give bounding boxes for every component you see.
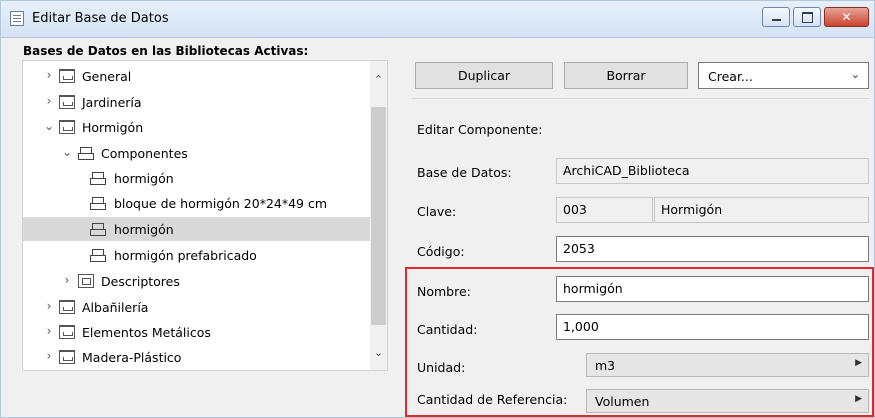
database-tree[interactable]: › Madera-Plástico › Elementos Metálicos › Alb… [22,60,388,371]
tree-header: Bases de Datos en las Bibliotecas Activa… [23,44,309,58]
minimize-button[interactable] [762,7,790,27]
component-icon [90,222,106,236]
scroll-up-icon[interactable]: ⌃ [370,73,387,86]
tree-item-label: Jardinería [82,95,142,110]
tree-item-label: Descriptores [101,274,180,289]
component-icon [90,248,106,262]
components-icon [78,146,94,160]
divider [412,98,869,99]
maximize-button[interactable] [793,7,821,27]
database-label: Base de Datos: [417,165,512,180]
database-field: ArchiCAD_Biblioteca [556,158,869,184]
tree-item-label: Albañilería [82,300,149,315]
delete-button[interactable]: Borrar [564,62,688,89]
tree-item[interactable]: › General [23,64,370,88]
expand-icon[interactable]: › [43,299,55,313]
tree-item[interactable]: ⌄ Hormigón [23,115,370,139]
tree-item[interactable]: bloque de hormigón 20*24*49 cm [23,191,370,215]
tree-item-label: Hormigón [82,120,144,135]
tree-item-label: hormigón [114,222,174,237]
tree-item[interactable]: hormigón prefabricado [23,243,370,267]
edit-component-heading: Editar Componente: [417,122,543,137]
tree-item[interactable]: › Descriptores [23,269,370,293]
expand-icon[interactable]: › [43,324,55,338]
key-code-field: 003 [556,197,653,223]
tree-item-label: hormigón prefabricado [114,248,257,263]
chevron-down-icon: ⌄ [850,68,860,81]
duplicate-button[interactable]: Duplicar [415,62,553,89]
expand-icon[interactable]: › [43,349,55,363]
key-name-field: Hormigón [654,197,869,223]
tree-item[interactable]: › Jardinería [23,90,370,114]
descriptors-icon [78,274,94,288]
scroll-down-icon[interactable]: ⌄ [370,346,387,359]
tree-item-label: Componentes [101,146,188,161]
highlight-box [405,267,874,417]
title-bar: Editar Base de Datos [1,1,874,38]
code-field[interactable]: 2053 [556,236,869,262]
expand-icon[interactable]: › [43,94,55,108]
tree-item[interactable]: › Elementos Metálicos [23,320,370,344]
folder-icon [59,95,75,109]
tree-item-label: hormigón [114,171,174,186]
folder-icon [59,69,75,83]
window-icon [10,11,24,26]
tree-item[interactable]: › Albañilería [23,295,370,319]
component-icon [90,171,106,185]
code-label: Código: [417,244,465,259]
folder-icon [59,325,75,339]
expand-icon[interactable]: › [61,273,73,287]
folder-icon [59,300,75,314]
tree-item-label: bloque de hormigón 20*24*49 cm [114,196,328,211]
tree-scrollbar[interactable]: ⌃ ⌄ [370,61,387,370]
tree-item-label: Madera-Plástico [82,350,182,365]
close-button[interactable] [824,7,869,27]
expand-icon[interactable]: › [43,68,55,82]
key-label: Clave: [417,204,457,219]
create-dropdown-value: Crear... [708,69,753,84]
tree-item[interactable]: ⌄ Componentes [23,141,370,165]
collapse-icon[interactable]: ⌄ [61,145,73,159]
edit-database-dialog: Editar Base de Datos Bases de Datos en l… [0,0,875,418]
tree-item-label: Elementos Metálicos [82,325,211,340]
folder-icon [59,120,75,134]
tree-item-label: General [82,69,132,84]
tree-item[interactable]: › Madera-Plástico [23,345,370,369]
collapse-icon[interactable]: ⌄ [43,119,55,133]
window-title: Editar Base de Datos [32,11,169,26]
tree-item[interactable]: hormigón [23,217,370,241]
tree-item[interactable]: hormigón [23,166,370,190]
component-icon [90,196,106,210]
scrollbar-thumb[interactable] [371,107,386,325]
create-dropdown[interactable]: Crear... ⌄ [698,62,869,89]
folder-icon [59,350,75,364]
